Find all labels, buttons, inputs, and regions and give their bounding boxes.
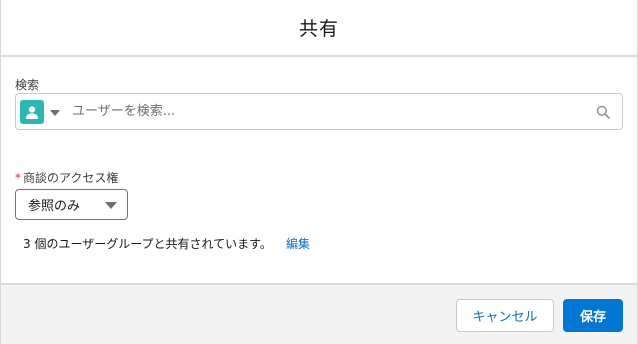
edit-link[interactable]: 編集 bbox=[286, 235, 310, 252]
share-modal: 共有 検索 *商談のアクセス権 参照のみ 3 個のユーザーグループと共有されてい… bbox=[0, 0, 638, 344]
access-level-value: 参照のみ bbox=[28, 199, 81, 214]
required-mark: * bbox=[15, 171, 21, 185]
chevron-down-icon bbox=[105, 202, 117, 209]
search-input[interactable] bbox=[72, 96, 596, 127]
save-button[interactable]: 保存 bbox=[563, 299, 623, 332]
search-label: 検索 bbox=[15, 78, 40, 92]
modal-footer: キャンセル 保存 bbox=[1, 283, 637, 344]
entity-picker-chevron-down-icon[interactable] bbox=[50, 110, 60, 116]
search-box bbox=[15, 93, 623, 130]
access-label-text: 商談のアクセス権 bbox=[23, 171, 119, 185]
modal-title: 共有 bbox=[298, 18, 339, 40]
shared-info: 3 個のユーザーグループと共有されています。 編集 bbox=[23, 235, 310, 252]
cancel-button[interactable]: キャンセル bbox=[456, 299, 554, 332]
access-level-select[interactable]: 参照のみ bbox=[15, 189, 128, 220]
modal-header: 共有 bbox=[1, 0, 637, 57]
shared-info-text: 3 個のユーザーグループと共有されています。 bbox=[23, 237, 272, 251]
search-icon[interactable] bbox=[596, 105, 610, 119]
user-avatar-icon[interactable] bbox=[20, 99, 44, 124]
access-label: * 商談のアクセス権 bbox=[15, 169, 118, 186]
